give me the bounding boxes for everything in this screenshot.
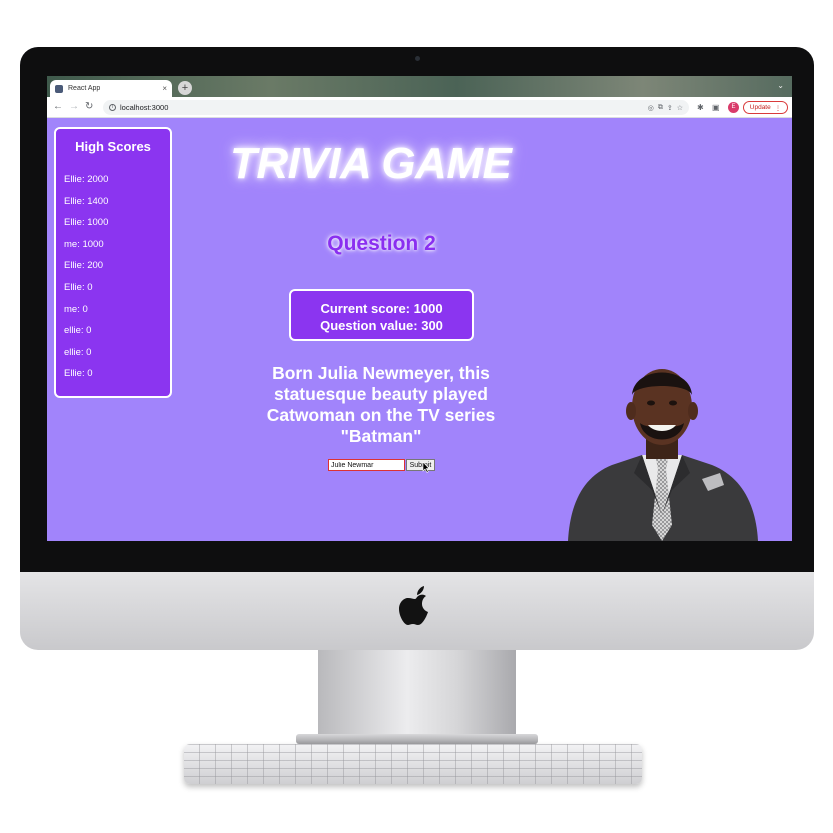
answer-form: Submit xyxy=(328,459,435,471)
answer-input[interactable] xyxy=(328,459,405,471)
high-score-item: Ellie: 2000 xyxy=(64,174,109,185)
update-label: Update xyxy=(749,104,771,111)
trivia-app: High Scores Ellie: 2000 Ellie: 1400 Elli… xyxy=(47,119,792,541)
monitor-stand xyxy=(318,650,516,738)
score-box: Current score: 1000 Question value: 300 xyxy=(289,289,474,341)
profile-avatar[interactable]: E xyxy=(728,102,739,113)
webcam xyxy=(415,56,420,61)
high-scores-title: High Scores xyxy=(75,139,151,154)
sidepanel-icon[interactable]: ▣ xyxy=(712,103,720,112)
tab-strip: React App × + ⌄ xyxy=(47,76,792,97)
react-favicon-icon xyxy=(55,84,63,93)
address-bar[interactable]: i localhost:3000 ◎ ⧉ ⇪ ☆ xyxy=(103,100,689,115)
high-score-item: Ellie: 0 xyxy=(64,281,93,293)
back-icon[interactable]: ← xyxy=(53,101,63,113)
high-score-item: Ellie: 200 xyxy=(64,260,104,272)
high-score-item: me: 0 xyxy=(64,303,88,315)
high-scores-panel: High Scores Ellie: 2000 Ellie: 1400 Elli… xyxy=(54,127,172,398)
question-value: Question value: 300 xyxy=(320,318,443,333)
high-score-item: ellie: 0 xyxy=(64,346,92,358)
high-score-item: Ellie: 0 xyxy=(64,368,93,380)
forward-icon[interactable]: → xyxy=(69,101,79,113)
high-scores-list: Ellie: 2000 Ellie: 1400 Ellie: 1000 me: … xyxy=(64,173,108,389)
google-lens-icon[interactable]: ◎ xyxy=(648,104,654,112)
host-photo xyxy=(568,369,758,541)
high-score-item: Ellie: 1400 xyxy=(64,195,109,207)
apple-logo-icon xyxy=(399,586,428,625)
high-score-item: ellie: 0 xyxy=(64,325,92,337)
monitor-stand-base xyxy=(296,734,538,744)
tab-close-icon[interactable]: × xyxy=(162,84,167,93)
extensions-icon[interactable]: ✱ xyxy=(697,103,704,112)
translate-icon[interactable]: ⧉ xyxy=(658,104,663,112)
game-title: TRIVIA GAME xyxy=(230,139,512,188)
menu-dots-icon: ⋮ xyxy=(774,104,782,112)
update-button[interactable]: Update ⋮ xyxy=(743,101,788,114)
question-number: Question 2 xyxy=(327,232,436,255)
star-icon[interactable]: ☆ xyxy=(677,104,683,112)
new-tab-button[interactable]: + xyxy=(178,81,192,95)
info-icon[interactable]: i xyxy=(109,104,116,111)
reload-icon[interactable]: ↻ xyxy=(85,101,93,113)
keyboard xyxy=(184,744,642,784)
screen: React App × + ⌄ ← → ↻ i localhost:3000 ◎… xyxy=(47,76,792,541)
current-score: Current score: 1000 xyxy=(320,301,443,316)
submit-button[interactable]: Submit xyxy=(406,459,435,471)
browser-toolbar: ← → ↻ i localhost:3000 ◎ ⧉ ⇪ ☆ ✱ ▣ E Upd… xyxy=(47,97,792,118)
clue-text: Born Julia Newmeyer, this statuesque bea… xyxy=(266,363,496,446)
browser-tab[interactable]: React App × xyxy=(50,80,172,97)
tab-title: React App xyxy=(68,85,101,92)
tab-search-icon[interactable]: ⌄ xyxy=(777,81,784,90)
mouse-cursor-icon xyxy=(422,462,430,473)
url-text[interactable]: localhost:3000 xyxy=(120,103,644,112)
share-icon[interactable]: ⇪ xyxy=(667,104,673,112)
